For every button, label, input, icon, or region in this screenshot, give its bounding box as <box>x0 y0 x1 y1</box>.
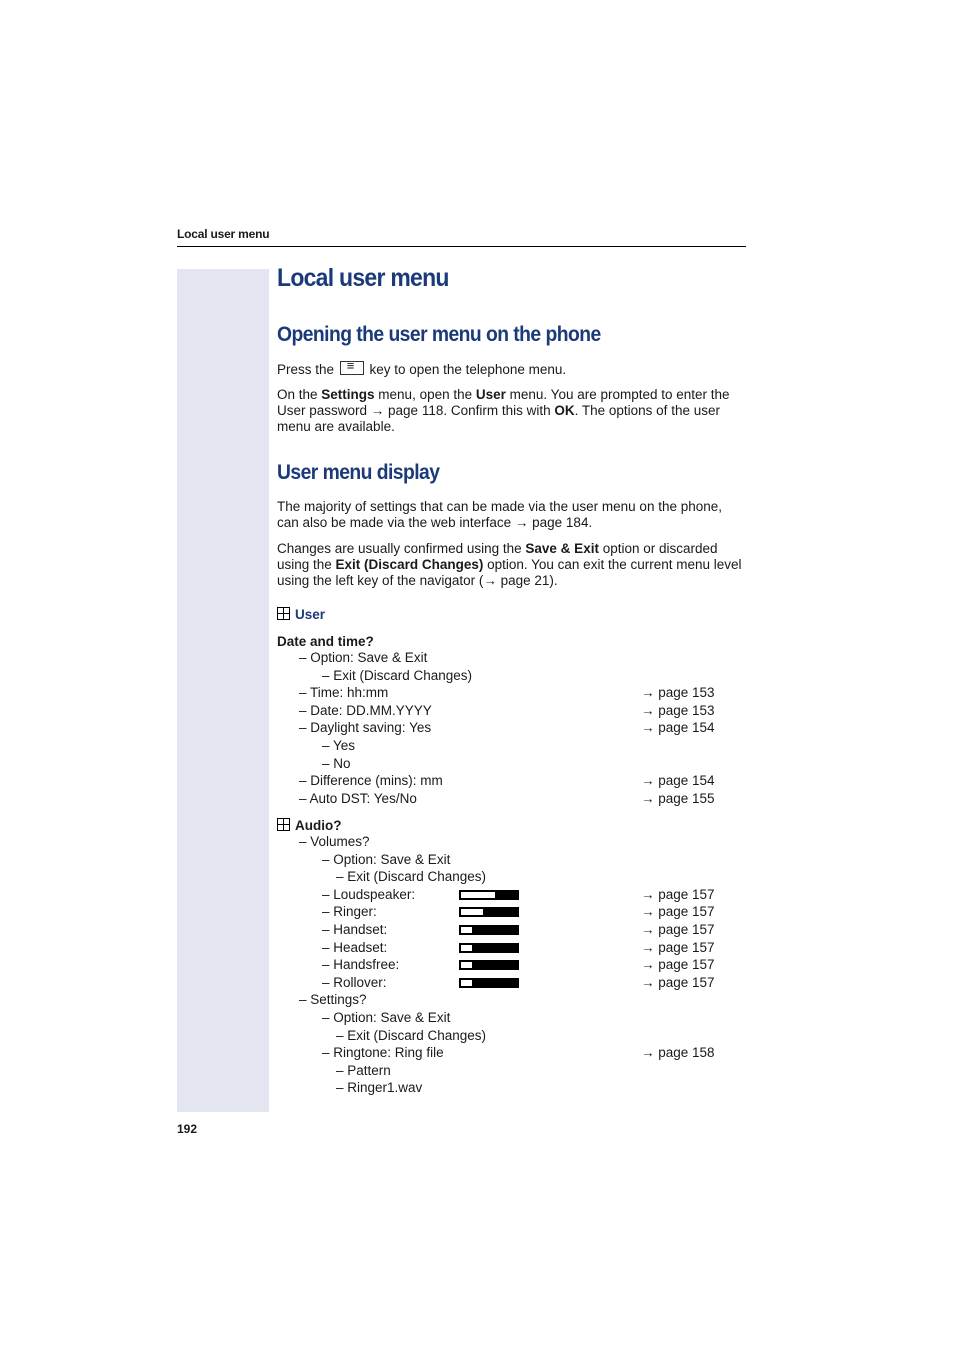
audio-item-label: – Exit (Discard Changes) <box>336 869 487 885</box>
audio-header: Audio? <box>277 818 342 833</box>
expand-plus-icon <box>277 818 290 831</box>
user-menu-header: User <box>277 607 325 622</box>
date-time-item-label: – Option: Save & Exit <box>299 650 428 665</box>
volume-level-fill <box>461 927 472 933</box>
page-reference-link[interactable]: → page 157 <box>641 886 715 903</box>
page-reference-link[interactable]: → page 157 <box>641 903 715 920</box>
side-margin-bar <box>177 269 269 1112</box>
page-reference-link[interactable]: → page 153 <box>641 702 715 719</box>
audio-item-label: – Headset: <box>322 939 388 955</box>
audio-item-label: – Ringtone: Ring file <box>322 1045 444 1061</box>
date-time-item-label: – Difference (mins): mm <box>299 773 443 789</box>
audio-item-label: – Loudspeaker: <box>322 886 416 902</box>
page-reference-link[interactable]: → page 157 <box>641 956 715 973</box>
date-time-heading: Date and time? <box>277 634 374 649</box>
date-time-item-label: – Time: hh:mm <box>299 685 389 701</box>
paragraph-press-key: Press the key to open the telephone menu… <box>277 358 567 378</box>
open-user-menu-run: User <box>475 387 506 402</box>
menu-key-icon <box>339 358 364 375</box>
paragraph-web-interface: The majority of settings that can be mad… <box>277 499 723 530</box>
date-time-item-label: – Daylight saving: Yes <box>299 720 432 736</box>
open-user-menu-run: menu, open the <box>374 387 476 402</box>
page-reference-link[interactable]: → page 157 <box>641 974 715 991</box>
header-rule <box>177 246 746 247</box>
volume-level-bar <box>459 907 519 918</box>
volume-level-bar <box>459 977 519 988</box>
audio-item-label: – Pattern <box>336 1062 391 1078</box>
volume-level-bar <box>459 889 519 900</box>
paragraph-open-user-menu: On the Settings menu, open the User menu… <box>277 387 745 435</box>
page-reference-link[interactable]: → page 157 <box>641 939 715 956</box>
date-time-item-label: – No <box>322 755 351 771</box>
audio-item-label: – Option: Save & Exit <box>322 851 451 867</box>
volume-level-fill <box>461 944 472 951</box>
volume-level-fill <box>461 962 472 969</box>
confirm-changes-run: Exit (Discard Changes) <box>335 557 484 572</box>
audio-item-label: – Ringer1.wav <box>336 1080 423 1096</box>
press-key-text-after: key to open the telephone menu. <box>365 362 567 377</box>
section-heading-opening: Opening the user menu on the phone <box>277 323 601 346</box>
audio-item-label: – Exit (Discard Changes) <box>336 1027 487 1043</box>
page-reference-link[interactable]: → page 154 <box>641 772 715 789</box>
volume-level-fill <box>461 979 472 986</box>
open-user-menu-run: Settings <box>321 387 375 402</box>
press-key-text-before: Press the <box>277 362 338 377</box>
page-reference-link[interactable]: → page 155 <box>641 790 715 807</box>
page-number: 192 <box>177 1122 198 1136</box>
audio-label: Audio? <box>295 818 342 833</box>
audio-item-label: – Handsfree: <box>322 957 400 973</box>
audio-item-label: – Ringer: <box>322 904 377 920</box>
page-reference-link[interactable]: → page 154 <box>641 719 715 736</box>
audio-item-label: – Volumes? <box>299 834 370 849</box>
date-time-item-label: – Date: DD.MM.YYYY <box>299 702 432 718</box>
date-time-item-label: – Yes <box>322 738 356 753</box>
section-heading-display: User menu display <box>277 461 440 484</box>
page-title: Local user menu <box>277 264 449 292</box>
confirm-changes-run: Changes are usually confirmed using the <box>277 541 526 556</box>
page-reference-link[interactable]: → page 158 <box>641 1044 715 1061</box>
date-time-item-label: – Auto DST: Yes/No <box>299 790 417 806</box>
audio-item-label: – Settings? <box>299 992 367 1008</box>
page-reference-link[interactable]: → page 157 <box>641 921 715 938</box>
volume-level-fill <box>461 909 483 916</box>
paragraph-confirm-changes: Changes are usually confirmed using the … <box>277 541 745 589</box>
open-user-menu-run: On the <box>277 387 322 402</box>
audio-item-label: – Option: Save & Exit <box>322 1010 451 1025</box>
open-user-menu-run: OK <box>554 403 575 418</box>
page-reference-link[interactable]: → page 153 <box>641 684 715 701</box>
user-label: User <box>295 607 326 622</box>
volume-level-fill <box>461 891 495 898</box>
audio-item-label: – Handset: <box>322 922 388 937</box>
volume-level-bar <box>459 925 519 935</box>
audio-item-label: – Rollover: <box>322 974 387 990</box>
volume-level-bar <box>459 942 519 953</box>
date-time-item-label: – Exit (Discard Changes) <box>322 667 473 683</box>
confirm-changes-run: Save & Exit <box>525 541 599 556</box>
expand-plus-icon <box>277 607 290 620</box>
volume-level-bar <box>459 960 519 971</box>
running-head: Local user menu <box>177 227 270 241</box>
